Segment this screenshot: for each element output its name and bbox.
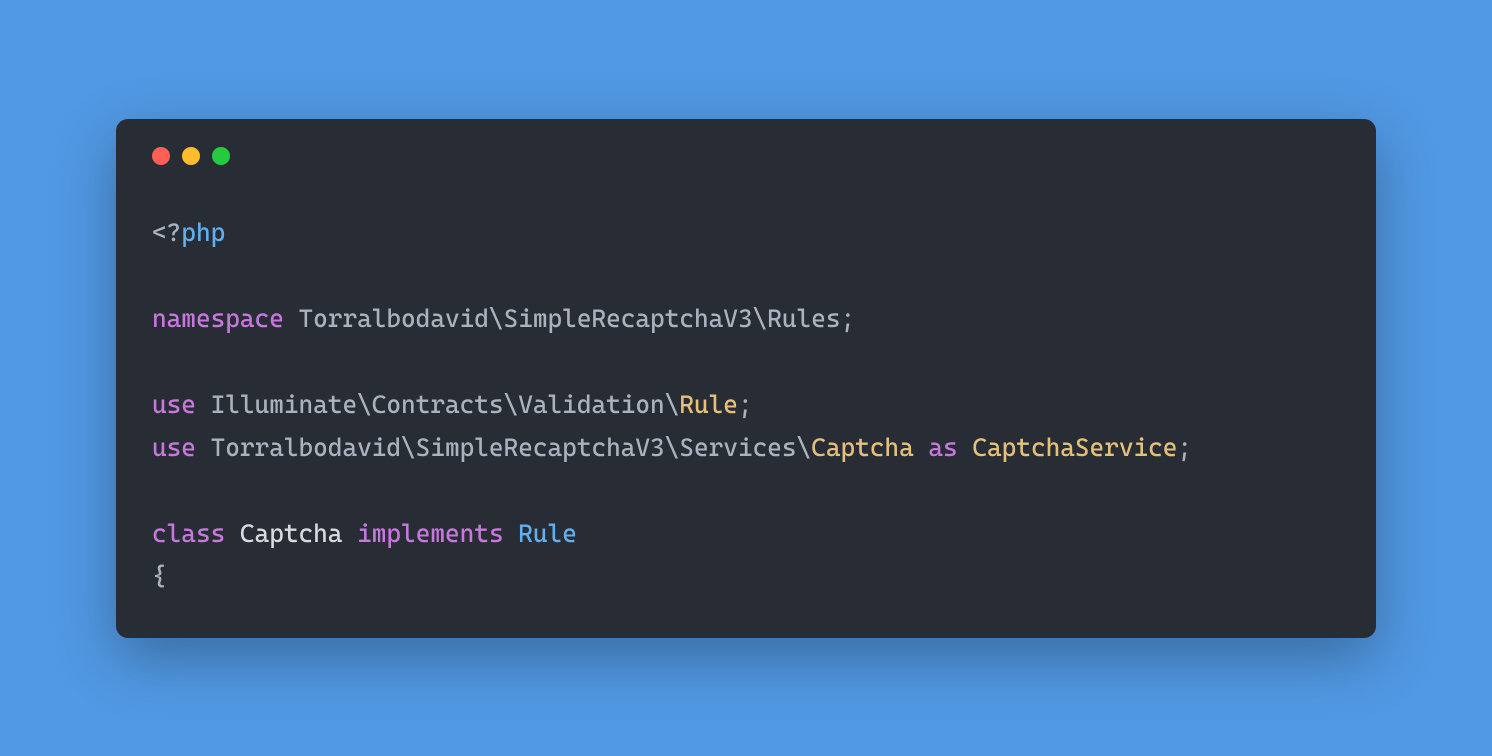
code-window: <?php namespace Torralbodavid\SimpleReca… bbox=[116, 119, 1376, 638]
as-keyword: as bbox=[928, 433, 957, 462]
use-class-rule: Rule bbox=[679, 390, 738, 419]
minimize-icon[interactable] bbox=[182, 147, 200, 165]
use-keyword: use bbox=[152, 433, 196, 462]
semicolon: ; bbox=[840, 304, 855, 333]
use-path-1: Illuminate\Contracts\Validation\ bbox=[196, 390, 679, 419]
php-open-tag-punct: <? bbox=[152, 218, 181, 247]
use-class-captcha: Captcha bbox=[811, 433, 914, 462]
semicolon: ; bbox=[738, 390, 753, 419]
class-keyword: class bbox=[152, 519, 225, 548]
use-alias-captchaservice: CaptchaService bbox=[972, 433, 1177, 462]
implements-type: Rule bbox=[518, 519, 577, 548]
namespace-path: Torralbodavid\SimpleRecaptchaV3\Rules bbox=[284, 304, 841, 333]
window-traffic-lights bbox=[152, 147, 1340, 165]
php-open-tag-keyword: php bbox=[181, 218, 225, 247]
implements-keyword: implements bbox=[357, 519, 503, 548]
code-block[interactable]: <?php namespace Torralbodavid\SimpleReca… bbox=[152, 211, 1340, 598]
use-path-2: Torralbodavid\SimpleRecaptchaV3\Services… bbox=[196, 433, 811, 462]
class-name: Captcha bbox=[240, 519, 343, 548]
use-keyword: use bbox=[152, 390, 196, 419]
brace-open: { bbox=[152, 562, 167, 591]
zoom-icon[interactable] bbox=[212, 147, 230, 165]
semicolon: ; bbox=[1177, 433, 1192, 462]
close-icon[interactable] bbox=[152, 147, 170, 165]
namespace-keyword: namespace bbox=[152, 304, 284, 333]
